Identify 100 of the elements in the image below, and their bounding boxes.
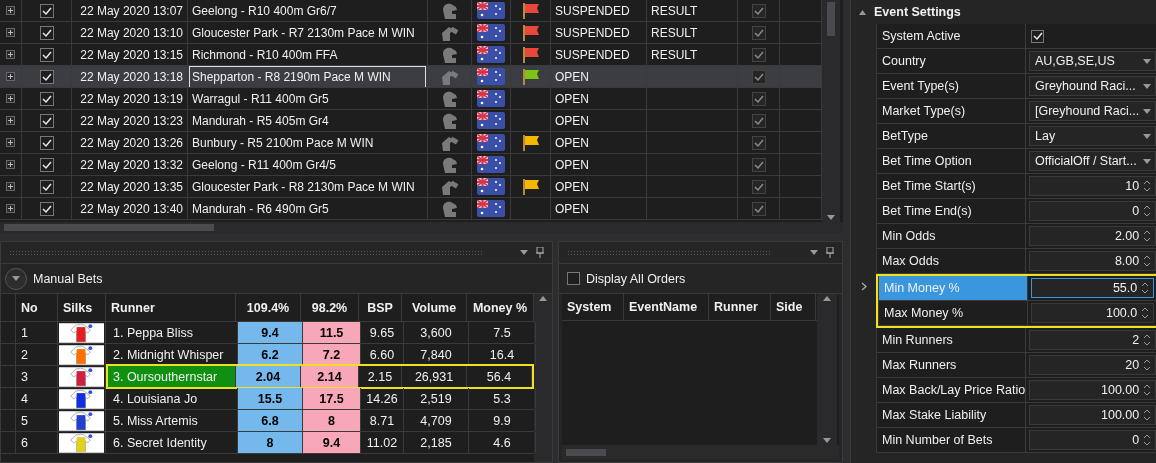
checkbox[interactable] bbox=[39, 201, 54, 216]
number-field[interactable]: 2.00 bbox=[1029, 226, 1156, 246]
number-field[interactable]: 8.00 bbox=[1029, 251, 1156, 271]
collapse-icon[interactable] bbox=[859, 9, 866, 15]
setting-label[interactable]: Event Type(s) bbox=[876, 74, 1026, 99]
scrollbar-thumb[interactable] bbox=[566, 448, 606, 456]
number-field[interactable]: 0 bbox=[1029, 201, 1156, 221]
dropdown-field[interactable]: AU,GB,SE,US bbox=[1029, 51, 1156, 71]
spinner-icon[interactable] bbox=[1143, 333, 1152, 347]
setting-label[interactable]: BetType bbox=[876, 124, 1026, 149]
number-field[interactable]: 0 bbox=[1029, 430, 1156, 450]
event-row[interactable]: 22 May 2020 13:40 Mandurah - R6 490m Gr5 OPEN bbox=[0, 198, 822, 220]
setting-label[interactable]: System Active bbox=[876, 24, 1026, 49]
back-price[interactable]: 6.2 bbox=[238, 344, 303, 365]
event-row[interactable]: 22 May 2020 13:18 Shepparton - R8 2190m Pace M WIN OPEN bbox=[0, 66, 822, 88]
scrollbar-thumb[interactable] bbox=[4, 224, 214, 231]
expand-icon[interactable] bbox=[6, 138, 15, 147]
lay-price[interactable]: 17.5 bbox=[303, 388, 361, 409]
horizontal-scrollbar[interactable] bbox=[562, 445, 839, 459]
number-field[interactable]: 100.0 bbox=[1031, 303, 1155, 323]
setting-label[interactable]: Bet Time Option bbox=[876, 149, 1026, 174]
lay-price[interactable]: 2.14 bbox=[301, 366, 359, 387]
spinner-icon[interactable] bbox=[1143, 358, 1152, 372]
event-row[interactable]: 22 May 2020 13:35 Gloucester Park - R8 2130m Pace M WIN OPEN bbox=[0, 176, 822, 198]
spinner-icon[interactable] bbox=[1143, 179, 1152, 193]
dropdown-field[interactable]: Greyhound Raci... bbox=[1029, 76, 1156, 96]
setting-label[interactable]: Max Stake Liability bbox=[876, 403, 1026, 428]
spinner-icon[interactable] bbox=[1143, 408, 1152, 422]
checkbox[interactable] bbox=[39, 179, 54, 194]
number-field[interactable]: 55.0 bbox=[1031, 278, 1155, 298]
expand-icon[interactable] bbox=[6, 28, 15, 37]
setting-label[interactable]: Max Money % bbox=[878, 301, 1028, 326]
event-row[interactable]: 22 May 2020 13:19 Warragul - R11 400m Gr5 OPEN bbox=[0, 88, 822, 110]
runner-name[interactable]: 3. Oursouthernstar bbox=[108, 366, 236, 387]
dropdown-field[interactable]: [Greyhound Raci... bbox=[1029, 101, 1156, 121]
back-price[interactable]: 9.4 bbox=[238, 322, 303, 343]
back-price[interactable]: 6.8 bbox=[238, 410, 303, 431]
expand-icon[interactable] bbox=[6, 116, 15, 125]
number-field[interactable]: 10 bbox=[1029, 176, 1156, 196]
number-field[interactable]: 100.00 bbox=[1029, 405, 1156, 425]
checkbox[interactable] bbox=[39, 91, 54, 106]
expand-icon[interactable] bbox=[6, 204, 15, 213]
setting-label[interactable]: Country bbox=[876, 49, 1026, 74]
setting-label[interactable]: Min Number of Bets bbox=[876, 428, 1026, 453]
checkbox[interactable] bbox=[39, 113, 54, 128]
lay-price[interactable]: 9.4 bbox=[303, 432, 361, 453]
spinner-icon[interactable] bbox=[1143, 383, 1152, 397]
checkbox[interactable] bbox=[567, 272, 580, 285]
lay-price[interactable]: 7.2 bbox=[303, 344, 361, 365]
expand-icon[interactable] bbox=[6, 182, 15, 191]
checkbox[interactable] bbox=[39, 69, 54, 84]
event-row[interactable]: 22 May 2020 13:23 Mandurah - R5 405m Gr4 OPEN bbox=[0, 110, 822, 132]
spinner-icon[interactable] bbox=[1143, 229, 1152, 243]
spinner-icon[interactable] bbox=[1141, 306, 1150, 320]
vertical-scrollbar[interactable] bbox=[817, 294, 837, 445]
setting-label[interactable]: Max Odds bbox=[876, 249, 1026, 274]
setting-label[interactable]: Max Runners bbox=[876, 353, 1026, 378]
event-row[interactable]: 22 May 2020 13:26 Bunbury - R5 2100m Pace M WIN OPEN bbox=[0, 132, 822, 154]
vertical-scrollbar[interactable] bbox=[534, 294, 552, 462]
checkbox[interactable] bbox=[39, 135, 54, 150]
number-field[interactable]: 2 bbox=[1029, 330, 1156, 350]
checkbox[interactable] bbox=[39, 157, 54, 172]
setting-label[interactable]: Bet Time Start(s) bbox=[876, 174, 1026, 199]
checkbox[interactable] bbox=[39, 3, 54, 18]
event-row[interactable]: 22 May 2020 13:10 Gloucester Park - R7 2130m Pace M WIN SUSPENDED RESULT bbox=[0, 22, 822, 44]
back-price[interactable]: 15.5 bbox=[238, 388, 303, 409]
setting-label[interactable]: Bet Time End(s) bbox=[876, 199, 1026, 224]
dropdown-field[interactable]: OfficialOff / Start... bbox=[1029, 151, 1156, 171]
number-field[interactable]: 20 bbox=[1029, 355, 1156, 375]
setting-label[interactable]: Max Back/Lay Price Ratio bbox=[876, 378, 1026, 403]
event-row[interactable]: 22 May 2020 13:32 Geelong - R11 400m Gr4/5 OPEN bbox=[0, 154, 822, 176]
expand-icon[interactable] bbox=[6, 6, 15, 15]
back-price[interactable]: 2.04 bbox=[236, 366, 301, 387]
horizontal-scrollbar[interactable] bbox=[0, 222, 843, 233]
vertical-scrollbar[interactable] bbox=[822, 0, 840, 222]
expand-icon[interactable] bbox=[6, 72, 15, 81]
back-price[interactable]: 8 bbox=[238, 432, 303, 453]
checkbox[interactable] bbox=[39, 47, 54, 62]
expand-icon[interactable] bbox=[6, 160, 15, 169]
setting-label[interactable]: Min Runners bbox=[876, 328, 1026, 353]
spinner-icon[interactable] bbox=[1143, 204, 1152, 218]
scrollbar-thumb[interactable] bbox=[827, 2, 835, 36]
spinner-icon[interactable] bbox=[1143, 433, 1152, 447]
event-row[interactable]: 22 May 2020 13:07 Geelong - R10 400m Gr6/7 SUSPENDED RESULT bbox=[0, 0, 822, 22]
expand-icon[interactable] bbox=[6, 50, 15, 59]
checkbox[interactable] bbox=[39, 25, 54, 40]
setting-label[interactable]: Min Odds bbox=[876, 224, 1026, 249]
dropdown-field[interactable]: Lay bbox=[1029, 126, 1156, 146]
checkbox[interactable] bbox=[1031, 29, 1044, 43]
spinner-icon[interactable] bbox=[1143, 254, 1152, 268]
setting-label[interactable]: Market Type(s) bbox=[876, 99, 1026, 124]
lay-price[interactable]: 11.5 bbox=[303, 322, 361, 343]
expand-icon[interactable] bbox=[6, 94, 15, 103]
pin-icon[interactable] bbox=[536, 247, 544, 258]
number-field[interactable]: 100.00 bbox=[1029, 380, 1156, 400]
lay-price[interactable]: 8 bbox=[303, 410, 361, 431]
spinner-icon[interactable] bbox=[1141, 281, 1150, 295]
collapse-button[interactable] bbox=[5, 267, 27, 290]
pin-icon[interactable] bbox=[826, 247, 834, 258]
event-row[interactable]: 22 May 2020 13:15 Richmond - R10 400m FFA SUSPENDED RESULT bbox=[0, 44, 822, 66]
